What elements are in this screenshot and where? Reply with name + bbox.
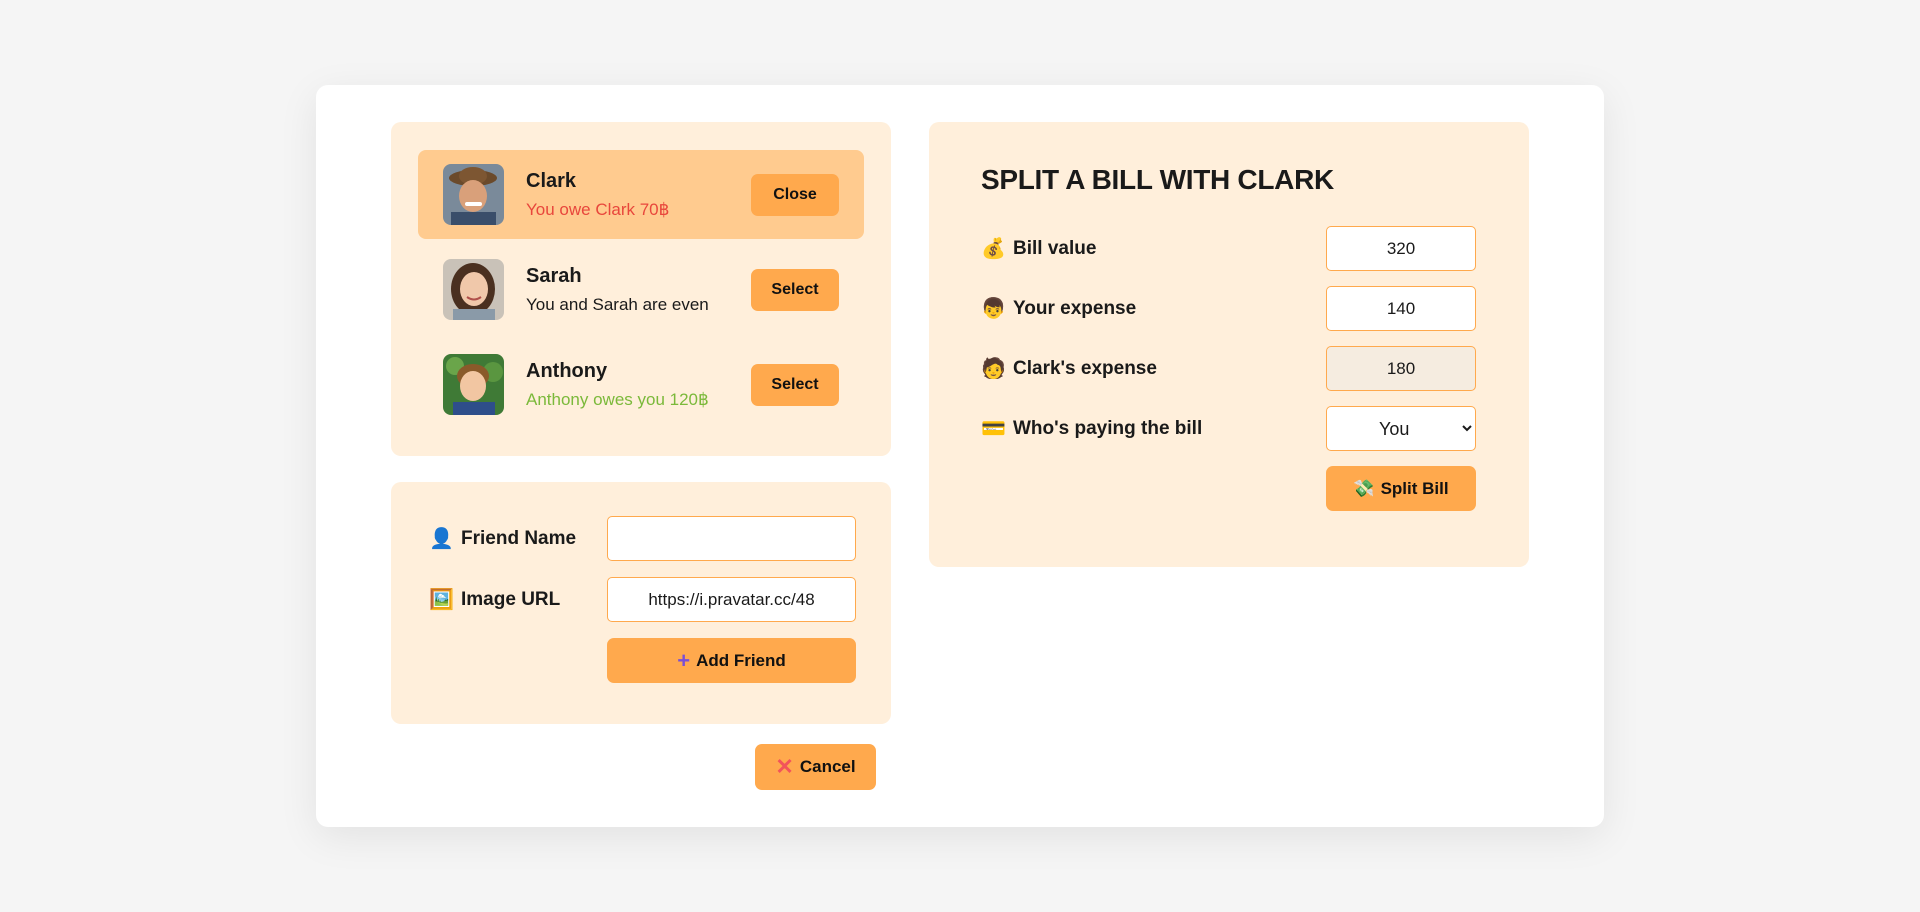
split-button-row: 💸 Split Bill: [981, 466, 1476, 511]
close-button[interactable]: Close: [751, 173, 839, 216]
friend-expense-input: [1326, 346, 1476, 391]
bill-value-row: 💰 Bill value: [981, 226, 1476, 271]
money-bag-icon: 💰: [981, 238, 1006, 260]
your-expense-row: 👦 Your expense: [981, 286, 1476, 331]
friend-item-clark: Clark You owe Clark 70฿ Close: [418, 150, 864, 239]
cancel-button[interactable]: ✕ Cancel: [755, 744, 876, 790]
payer-select[interactable]: You: [1326, 406, 1476, 451]
split-bill-form: SPLIT A BILL WITH CLARK 💰 Bill value 👦 Y…: [929, 122, 1529, 567]
plus-icon: +: [677, 647, 691, 673]
friend-balance-status: Anthony owes you 120฿: [526, 389, 709, 409]
payer-label: 💳 Who's paying the bill: [981, 417, 1203, 441]
friend-item-anthony: Anthony Anthony owes you 120฿ Select: [418, 340, 864, 429]
money-wings-icon: 💸: [1353, 478, 1375, 498]
credit-card-icon: 💳: [981, 418, 1006, 440]
picture-icon: 🖼️: [429, 589, 454, 611]
add-friend-form: 👤 Friend Name 🖼️ Image URL + Add Friend: [391, 482, 891, 724]
image-url-label: 🖼️ Image URL: [429, 588, 561, 612]
app-container: Clark You owe Clark 70฿ Close Sarah You …: [316, 85, 1604, 827]
split-bill-button[interactable]: 💸 Split Bill: [1326, 466, 1476, 511]
person-icon: 👤: [429, 528, 454, 550]
boy-face-icon: 👦: [981, 298, 1006, 320]
image-url-row: 🖼️ Image URL: [429, 577, 856, 622]
friend-name: Anthony: [526, 359, 608, 382]
sidebar: Clark You owe Clark 70฿ Close Sarah You …: [391, 122, 891, 790]
friend-expense-label: 🧑 Clark's expense: [981, 357, 1157, 381]
friend-name-input[interactable]: [607, 516, 856, 561]
add-friend-button[interactable]: + Add Friend: [607, 638, 856, 683]
cancel-row: ✕ Cancel: [391, 744, 891, 790]
person-face-icon: 🧑: [981, 358, 1006, 380]
split-bill-title: SPLIT A BILL WITH CLARK: [981, 164, 1334, 195]
bill-value-input[interactable]: [1326, 226, 1476, 271]
friends-list: Clark You owe Clark 70฿ Close Sarah You …: [391, 122, 891, 456]
add-friend-button-row: + Add Friend: [429, 638, 856, 683]
close-icon: ✕: [775, 754, 794, 779]
friend-name-label: 👤 Friend Name: [429, 527, 577, 551]
avatar-clark: [443, 164, 504, 225]
your-expense-label: 👦 Your expense: [981, 297, 1137, 321]
friend-balance-status: You and Sarah are even: [526, 294, 709, 314]
friend-name: Clark: [526, 169, 577, 192]
friend-name: Sarah: [526, 264, 582, 287]
your-expense-input[interactable]: [1326, 286, 1476, 331]
friend-name-row: 👤 Friend Name: [429, 516, 856, 561]
friend-balance-status: You owe Clark 70฿: [526, 199, 670, 219]
bill-value-label: 💰 Bill value: [981, 237, 1097, 261]
friend-expense-row: 🧑 Clark's expense: [981, 346, 1476, 391]
avatar-sarah: [443, 259, 504, 320]
select-button[interactable]: Select: [751, 363, 839, 406]
select-button[interactable]: Select: [751, 268, 839, 311]
image-url-input[interactable]: [607, 577, 856, 622]
payer-row: 💳 Who's paying the bill You: [981, 406, 1476, 451]
avatar-anthony: [443, 354, 504, 415]
friend-item-sarah: Sarah You and Sarah are even Select: [418, 245, 864, 334]
